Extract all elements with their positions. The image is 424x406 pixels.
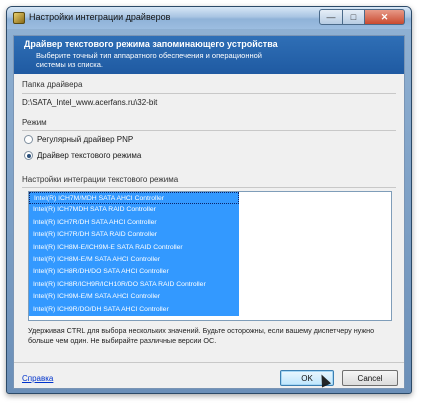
list-item[interactable]: Intel(R) ICH8M-E/M SATA AHCI Controller [29,253,239,267]
driver-folder-label: Папка драйвера [22,80,83,89]
cancel-button[interactable]: Cancel [342,370,398,386]
header-band: Драйвер текстового режима запоминающего … [14,36,404,74]
minimize-button[interactable]: — [319,9,343,25]
header-description: Выберите точный тип аппаратного обеспече… [36,51,262,69]
mode-divider [22,130,396,131]
list-item[interactable]: Intel(R) ICH8M-E/ICH9M-E SATA RAID Contr… [29,241,239,254]
radio-label: Драйвер текстового режима [37,151,142,160]
list-item[interactable]: Intel(R) ICH7M/MDH SATA AHCI Controller [29,192,239,205]
selection-hint: Удерживая CTRL для выбора нескольких зна… [28,326,375,345]
driver-folder-divider [22,93,396,94]
controller-listbox[interactable]: Intel(R) ICH7M/MDH SATA AHCI Controller … [28,191,392,321]
mode-label: Режим [22,118,47,127]
driver-folder-path: D:\SATA_Intel_www.acerfans.ru\32-bit [22,98,158,107]
text-mode-settings-label: Настройки интеграции текстового режима [22,175,179,184]
list-item[interactable]: Intel(R) ICH7R/DH SATA RAID Controller [29,229,239,242]
dialog-window: Настройки интеграции драйверов — □ ✕ Дра… [6,6,412,394]
dialog-client: Драйвер текстового режима запоминающего … [13,35,405,389]
close-button[interactable]: ✕ [365,9,405,25]
maximize-button[interactable]: □ [343,9,365,25]
text-mode-divider [22,187,396,188]
radio-text-mode[interactable]: Драйвер текстового режима [24,151,141,160]
radio-label: Регулярный драйвер PNP [37,135,134,144]
list-item[interactable]: Intel(R) ICH8R/DH/DO SATA AHCI Controlle… [29,266,239,279]
footer-divider [14,362,404,363]
list-item[interactable]: Intel(R) ICH7MDH SATA RAID Controller [29,204,239,217]
list-item[interactable]: Intel(R) ICH8R/ICH9R/ICH10R/DO SATA RAID… [29,278,239,292]
radio-button[interactable] [24,135,33,144]
radio-regular-pnp[interactable]: Регулярный драйвер PNP [24,135,133,144]
title-bar[interactable]: Настройки интеграции драйверов — □ ✕ [7,7,411,29]
list-item[interactable]: Intel(R) ICH9R/DO/DH SATA AHCI Controlle… [29,303,239,316]
header-title: Драйвер текстового режима запоминающего … [24,39,278,49]
list-item[interactable]: Intel(R) ICH9M-E/M SATA AHCI Controller [29,291,239,304]
window-controls: — □ ✕ [319,9,405,25]
app-icon [13,12,25,24]
list-item[interactable]: Intel(R) ICH7R/DH SATA AHCI Controller [29,216,239,230]
help-link[interactable]: Справка [22,374,53,383]
radio-button-selected[interactable] [24,151,33,160]
window-title: Настройки интеграции драйверов [29,12,171,22]
